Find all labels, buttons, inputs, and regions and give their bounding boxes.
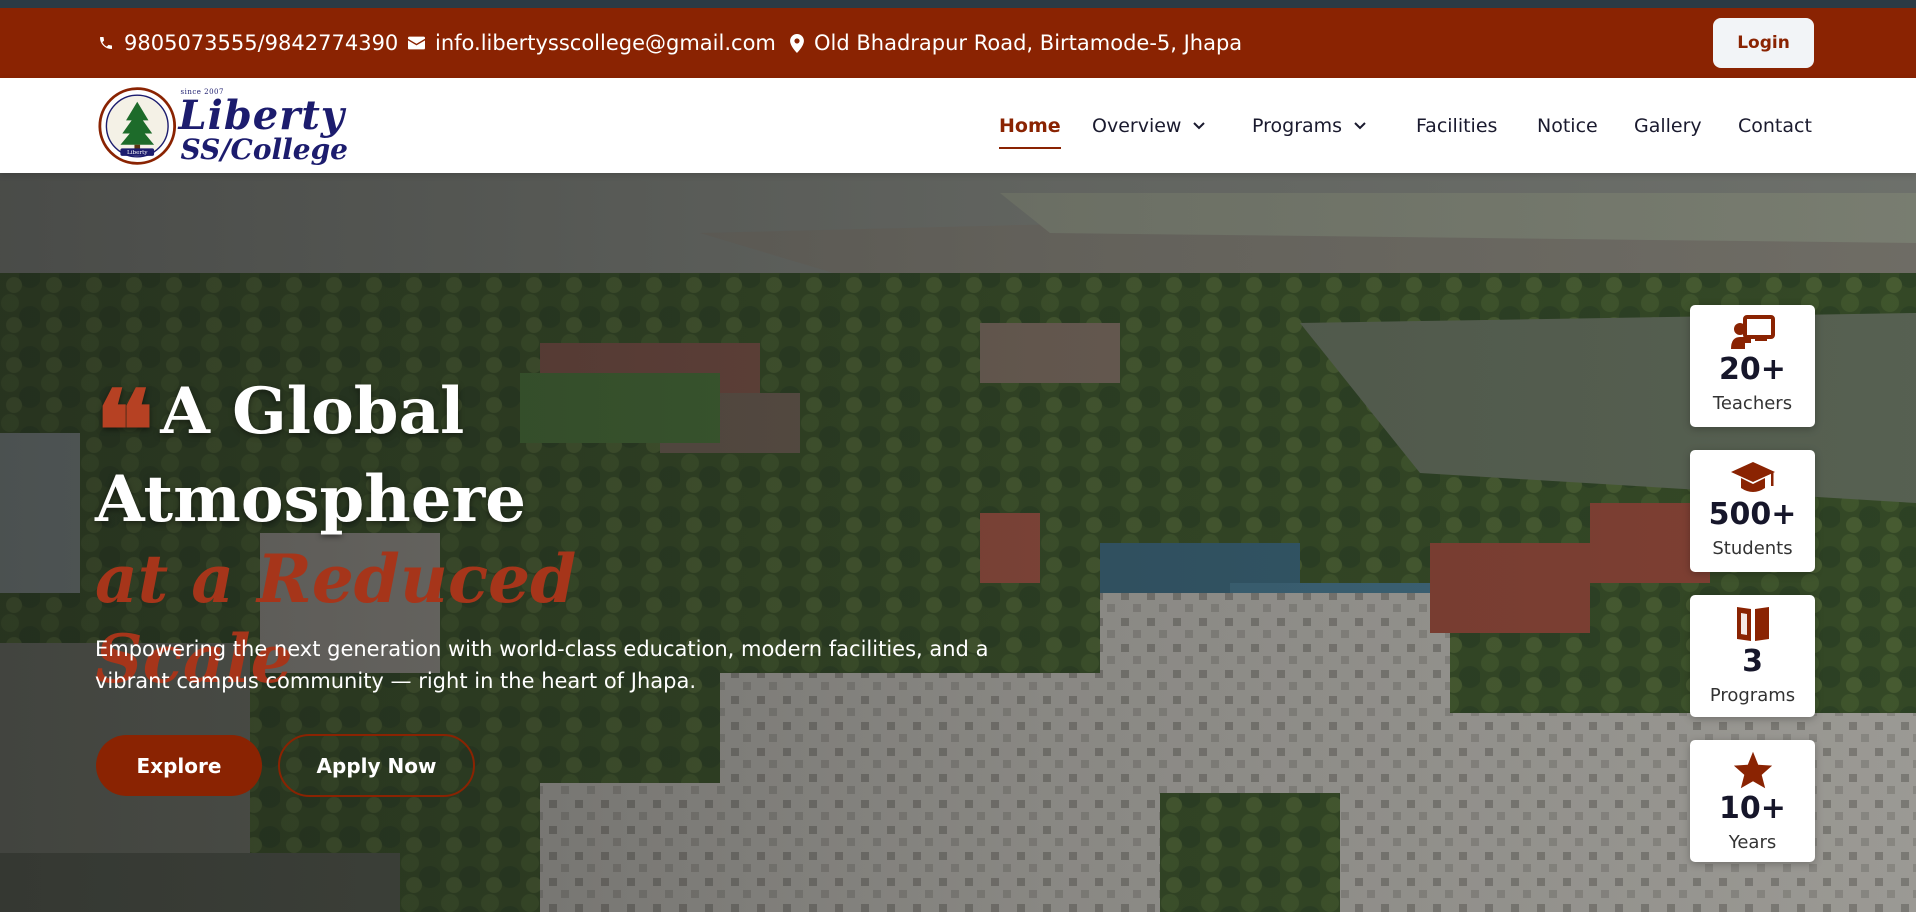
nav-overview-label: Overview bbox=[1092, 114, 1182, 137]
star-icon bbox=[1733, 751, 1772, 789]
site-logo[interactable]: Liberty since 2007 Liberty SS/College bbox=[98, 84, 348, 168]
stat-value: 500+ bbox=[1708, 497, 1797, 532]
stat-value: 3 bbox=[1742, 644, 1763, 679]
email-contact[interactable]: info.libertysscollege@gmail.com bbox=[408, 8, 776, 78]
nav-overview[interactable]: Overview bbox=[1092, 78, 1206, 173]
nav-gallery-label: Gallery bbox=[1634, 114, 1702, 137]
nav-contact-label: Contact bbox=[1738, 114, 1812, 137]
envelope-icon bbox=[408, 36, 425, 50]
stat-card-programs: 3 Programs bbox=[1690, 595, 1815, 717]
teacher-board-icon bbox=[1730, 315, 1775, 349]
stat-card-years: 10+ Years bbox=[1690, 740, 1815, 862]
chevron-down-icon bbox=[1193, 121, 1206, 130]
nav-home[interactable]: Home bbox=[999, 78, 1061, 173]
map-pin-icon bbox=[790, 33, 804, 53]
stat-label: Teachers bbox=[1712, 393, 1793, 414]
college-emblem-icon: Liberty bbox=[98, 87, 177, 165]
phone-text: 9805073555/9842774390 bbox=[124, 31, 399, 55]
hero-subtitle: Empowering the next generation with worl… bbox=[95, 637, 989, 693]
phone-icon bbox=[100, 37, 112, 49]
nav-programs-label: Programs bbox=[1252, 114, 1343, 137]
stat-value: 20+ bbox=[1719, 352, 1786, 387]
nav-notice-label: Notice bbox=[1537, 114, 1598, 137]
nav-programs[interactable]: Programs bbox=[1252, 78, 1366, 173]
chevron-down-icon bbox=[1354, 121, 1366, 130]
logo-line1: Liberty bbox=[178, 91, 346, 139]
stat-card-teachers: 20+ Teachers bbox=[1690, 305, 1815, 427]
nav-gallery[interactable]: Gallery bbox=[1634, 78, 1702, 173]
address-contact: Old Bhadrapur Road, Birtamode-5, Jhapa bbox=[790, 8, 1242, 78]
browser-top-strip bbox=[0, 0, 1916, 8]
stat-label: Programs bbox=[1709, 685, 1796, 706]
contact-topbar: 9805073555/9842774390 info.libertysscoll… bbox=[0, 8, 1916, 78]
address-text: Old Bhadrapur Road, Birtamode-5, Jhapa bbox=[814, 31, 1243, 55]
main-navbar: Liberty since 2007 Liberty SS/College Ho… bbox=[0, 78, 1916, 173]
explore-button[interactable]: Explore bbox=[96, 735, 262, 796]
nav-contact[interactable]: Contact bbox=[1738, 78, 1812, 173]
hero-section: ❝A Global Atmosphere at a Reduced Scale … bbox=[0, 173, 1916, 912]
apply-now-button[interactable]: Apply Now bbox=[278, 734, 475, 797]
stat-label: Students bbox=[1712, 538, 1793, 559]
graduation-cap-icon bbox=[1730, 462, 1775, 492]
book-icon bbox=[1736, 607, 1769, 641]
hero-title-line2: Atmosphere bbox=[95, 462, 526, 537]
stat-label: Years bbox=[1728, 832, 1777, 853]
emblem-text: Liberty bbox=[127, 150, 148, 156]
nav-notice[interactable]: Notice bbox=[1537, 78, 1598, 173]
login-button[interactable]: Login bbox=[1713, 18, 1814, 68]
nav-facilities[interactable]: Facilities bbox=[1416, 78, 1497, 173]
phone-contact[interactable]: 9805073555/9842774390 bbox=[98, 8, 398, 78]
nav-home-label: Home bbox=[999, 114, 1061, 137]
nav-facilities-label: Facilities bbox=[1416, 114, 1498, 137]
stat-value: 10+ bbox=[1719, 791, 1786, 826]
email-text: info.libertysscollege@gmail.com bbox=[435, 31, 776, 55]
logo-line2: SS/College bbox=[180, 132, 349, 166]
hero-title-line1: A Global bbox=[160, 374, 465, 449]
stat-card-students: 500+ Students bbox=[1690, 450, 1815, 572]
